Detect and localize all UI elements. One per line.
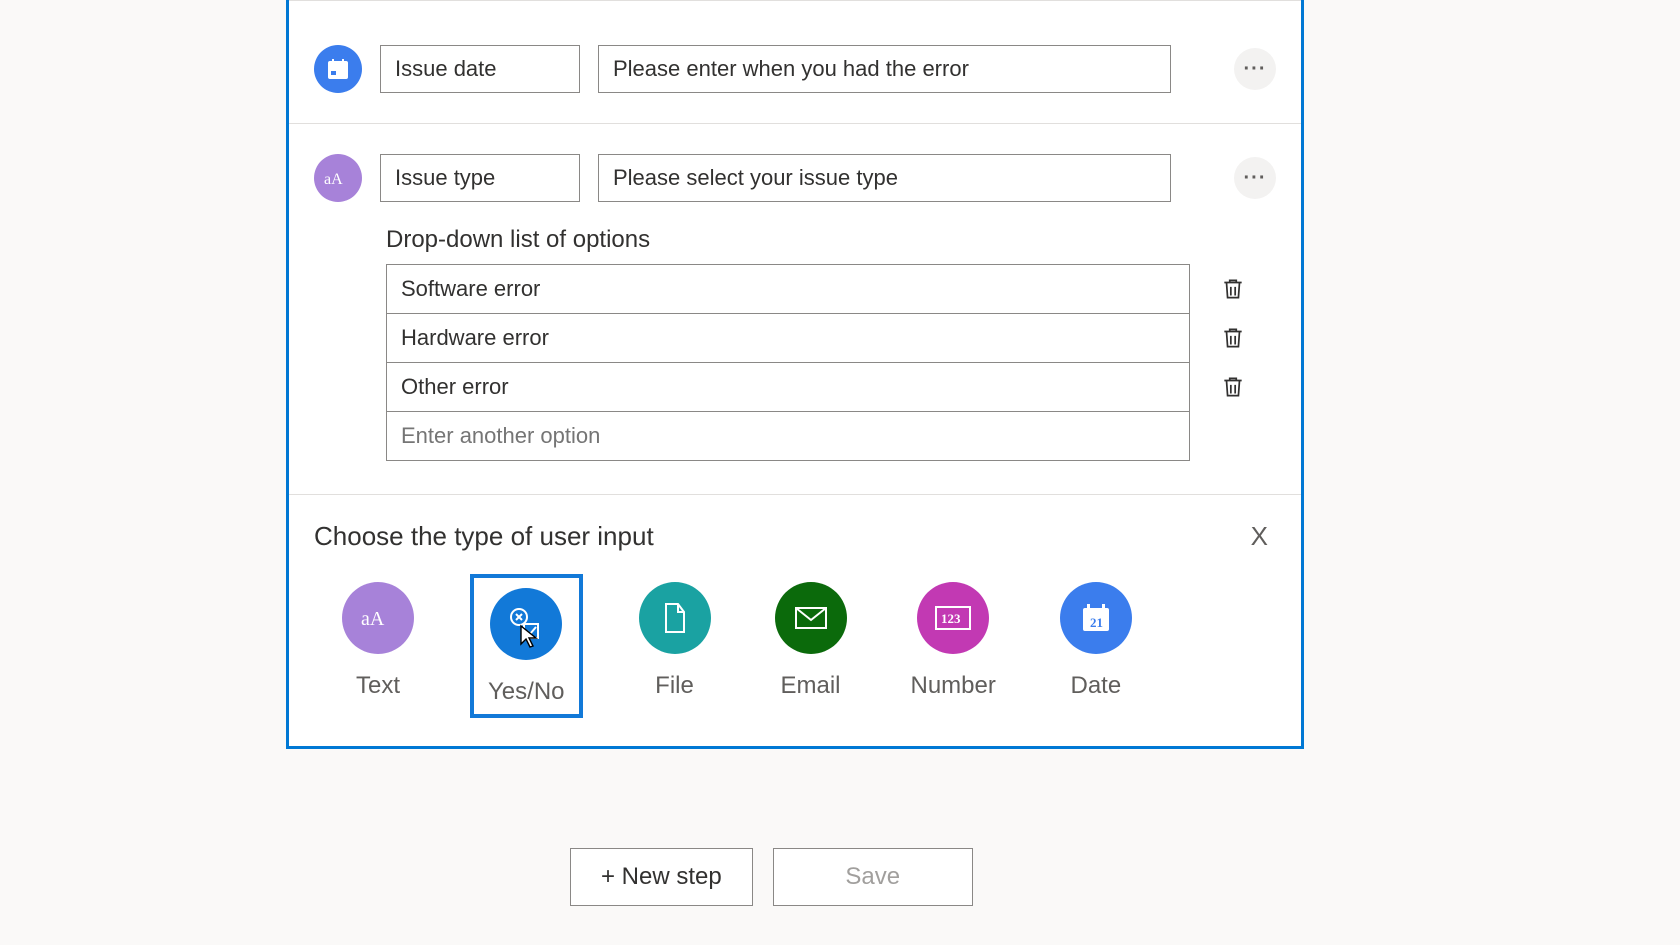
type-label: Text <box>356 672 400 700</box>
type-label: File <box>655 672 694 700</box>
type-label: Date <box>1071 672 1122 700</box>
trash-icon[interactable] <box>1220 372 1246 402</box>
input-type-file[interactable]: File <box>631 574 719 718</box>
more-menu-button[interactable]: ··· <box>1234 48 1276 90</box>
field-name-input[interactable] <box>380 154 580 202</box>
input-type-number[interactable]: 123 Number <box>903 574 1004 718</box>
type-label: Yes/No <box>488 678 565 706</box>
dropdown-option-input[interactable] <box>386 313 1190 363</box>
field-prompt-input[interactable] <box>598 154 1171 202</box>
save-button[interactable]: Save <box>773 848 973 906</box>
type-label: Email <box>780 672 840 700</box>
more-menu-button[interactable]: ··· <box>1234 157 1276 199</box>
footer-buttons: + New step Save <box>570 848 973 906</box>
calendar-icon: 21 <box>1060 582 1132 654</box>
dropdown-option-input[interactable] <box>386 362 1190 412</box>
field-row-issue-type: aA ··· <box>314 154 1276 202</box>
input-type-text[interactable]: aA Text <box>334 574 422 718</box>
dropdown-option-row <box>386 313 1276 362</box>
file-icon <box>639 582 711 654</box>
flow-card: ··· aA ··· Drop-down list of options <box>286 0 1304 749</box>
type-label: Number <box>911 672 996 700</box>
input-type-yesno[interactable]: Yes/No <box>470 574 583 718</box>
yesno-icon <box>490 588 562 660</box>
text-icon: aA <box>342 582 414 654</box>
dropdown-option-row <box>386 411 1276 460</box>
dropdown-add-option-input[interactable] <box>386 411 1190 461</box>
close-chooser-button[interactable]: X <box>1243 517 1276 556</box>
trash-icon[interactable] <box>1220 323 1246 353</box>
dropdown-options-label: Drop-down list of options <box>386 226 1276 254</box>
svg-text:aA: aA <box>361 608 385 630</box>
trash-icon[interactable] <box>1220 274 1246 304</box>
mouse-cursor-icon <box>519 624 541 650</box>
svg-text:aA: aA <box>324 171 343 188</box>
field-prompt-input[interactable] <box>598 45 1171 93</box>
input-type-chooser: Choose the type of user input X aA Text <box>289 495 1301 746</box>
dropdown-option-input[interactable] <box>386 264 1190 314</box>
dropdown-options-list <box>386 264 1276 460</box>
calendar-icon <box>314 45 362 93</box>
svg-text:21: 21 <box>1090 615 1103 630</box>
svg-text:123: 123 <box>941 611 961 626</box>
chooser-title: Choose the type of user input <box>314 521 654 552</box>
dropdown-option-row <box>386 264 1276 313</box>
new-step-button[interactable]: + New step <box>570 848 753 906</box>
dropdown-option-row <box>386 362 1276 411</box>
text-aa-icon: aA <box>314 154 362 202</box>
input-type-email[interactable]: Email <box>767 574 855 718</box>
field-name-input[interactable] <box>380 45 580 93</box>
field-row-issue-date: ··· <box>314 45 1276 93</box>
email-icon <box>775 582 847 654</box>
input-type-date[interactable]: 21 Date <box>1052 574 1140 718</box>
number-icon: 123 <box>917 582 989 654</box>
